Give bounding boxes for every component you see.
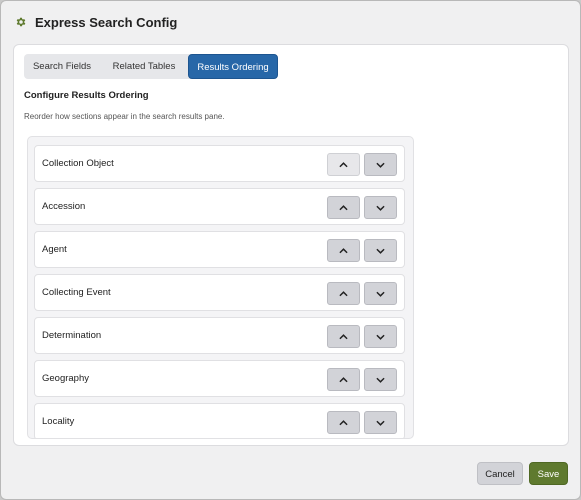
list-item: Geography [34, 360, 405, 397]
list-item: Collecting Event [34, 274, 405, 311]
move-down-button[interactable] [364, 153, 397, 176]
tab-results-ordering[interactable]: Results Ordering [188, 54, 278, 79]
section-title: Configure Results Ordering [24, 90, 149, 101]
list-item-label: Collecting Event [42, 287, 111, 298]
move-down-button[interactable] [364, 325, 397, 348]
section-description: Reorder how sections appear in the searc… [24, 112, 225, 121]
tab-related-tables[interactable]: Related Tables [100, 54, 188, 79]
move-down-button[interactable] [364, 368, 397, 391]
chevron-down-icon [376, 334, 385, 340]
config-panel: Search Fields Related Tables Results Ord… [13, 44, 569, 446]
chevron-up-icon [339, 333, 348, 339]
move-down-button[interactable] [364, 196, 397, 219]
save-button[interactable]: Save [529, 462, 568, 485]
move-up-button[interactable] [327, 282, 360, 305]
list-item: Locality [34, 403, 405, 438]
chevron-down-icon [376, 377, 385, 383]
list-item-label: Determination [42, 330, 102, 341]
express-search-config-dialog: Express Search Config Search Fields Rela… [0, 0, 581, 500]
list-item-label: Collection Object [42, 158, 114, 169]
list-item: Accession [34, 188, 405, 225]
move-up-button[interactable] [327, 325, 360, 348]
move-down-button[interactable] [364, 239, 397, 262]
move-up-button[interactable] [327, 411, 360, 434]
list-item-label: Geography [42, 373, 90, 384]
chevron-down-icon [376, 291, 385, 297]
tab-bar: Search Fields Related Tables Results Ord… [24, 54, 278, 79]
move-up-button[interactable] [327, 239, 360, 262]
move-down-button[interactable] [364, 411, 397, 434]
chevron-down-icon [376, 205, 385, 211]
move-up-button[interactable] [327, 196, 360, 219]
dialog-title: Express Search Config [35, 14, 178, 30]
list-item: Determination [34, 317, 405, 354]
gear-icon [15, 16, 27, 28]
chevron-down-icon [376, 248, 385, 254]
move-down-button[interactable] [364, 282, 397, 305]
move-up-button[interactable] [327, 153, 360, 176]
chevron-up-icon [339, 247, 348, 253]
chevron-up-icon [339, 204, 348, 210]
list-item: Agent [34, 231, 405, 268]
list-item-label: Accession [42, 201, 86, 212]
move-up-button[interactable] [327, 368, 360, 391]
list-item: Collection Object [34, 145, 405, 182]
chevron-up-icon [339, 376, 348, 382]
list-item-label: Locality [42, 416, 75, 427]
chevron-down-icon [376, 420, 385, 426]
dialog-titlebar: Express Search Config [1, 1, 580, 43]
tab-search-fields[interactable]: Search Fields [24, 54, 100, 79]
cancel-button[interactable]: Cancel [477, 462, 523, 485]
chevron-up-icon [339, 419, 348, 425]
ordering-list: Collection Object Accession Agent Collec… [27, 136, 414, 439]
chevron-up-icon [339, 161, 348, 167]
list-item-label: Agent [42, 244, 67, 255]
chevron-up-icon [339, 290, 348, 296]
chevron-down-icon [376, 162, 385, 168]
